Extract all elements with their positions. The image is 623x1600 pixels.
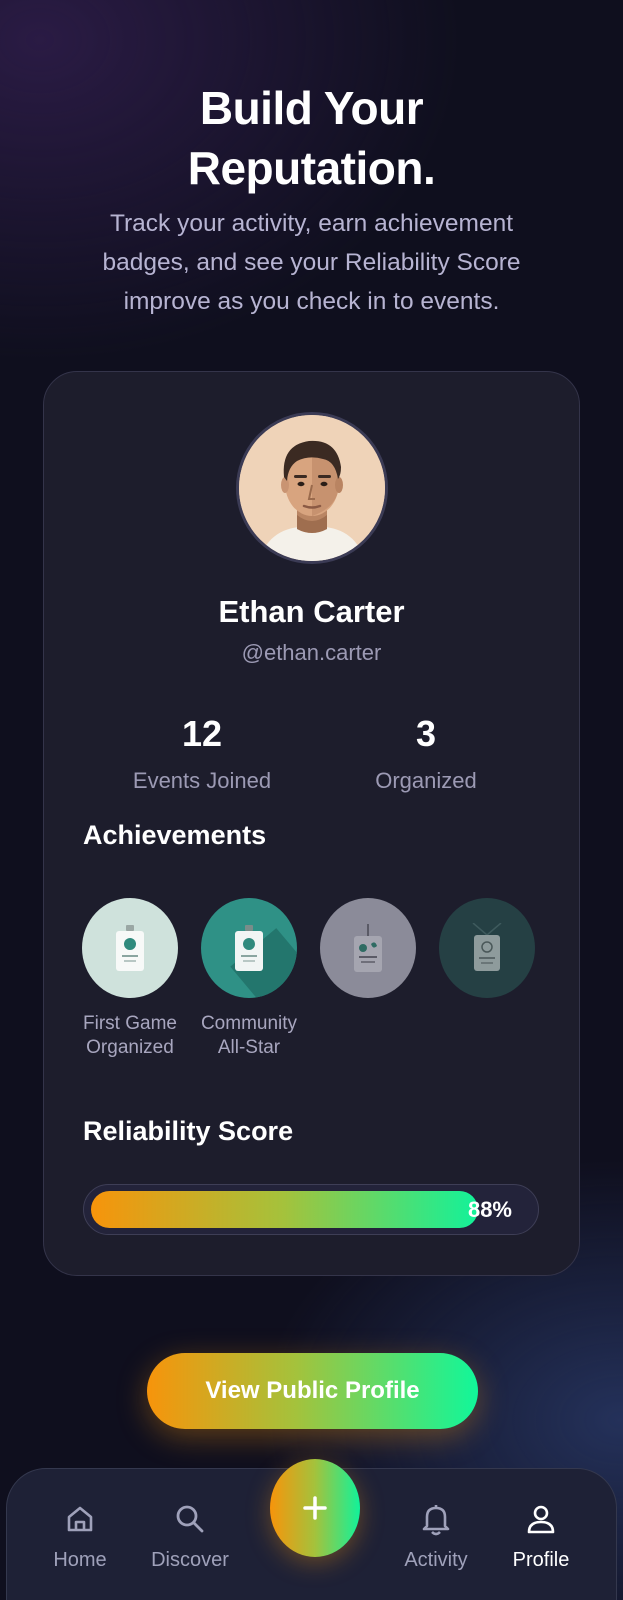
profile-handle: @ethan.carter: [241, 640, 382, 665]
stat-organized: 3 Organized: [326, 712, 526, 794]
tab-activity[interactable]: Activity: [386, 1499, 486, 1572]
tab-discover[interactable]: Discover: [140, 1499, 240, 1572]
achievements-title: Achievements: [83, 820, 267, 850]
page-title: Build Your Reputation.: [0, 78, 623, 198]
home-icon: [67, 1506, 93, 1532]
reliability-progress-fill: [91, 1191, 478, 1228]
bell-icon: [422, 1505, 450, 1536]
user-avatar-illustration: [239, 415, 385, 561]
user-icon: [527, 1505, 555, 1534]
tab-label: Activity: [404, 1549, 468, 1571]
create-event-button[interactable]: [270, 1459, 360, 1557]
tab-profile[interactable]: Profile: [491, 1499, 591, 1572]
badge-circle: [439, 898, 535, 998]
view-public-profile-button[interactable]: View Public Profile: [147, 1353, 478, 1429]
id-badge-icon: [354, 924, 382, 972]
achievement-badge[interactable]: First Game Organized: [81, 898, 179, 1060]
stat-value: 12: [181, 713, 223, 754]
badge-label: First Game Organized: [83, 1013, 177, 1058]
page-title-line-1: Build Your: [199, 82, 424, 134]
stat-label: Events Joined: [132, 768, 272, 793]
stat-label: Organized: [375, 768, 477, 793]
reliability-title: Reliability Score: [83, 1116, 294, 1146]
page-title-line-2: Reputation.: [187, 142, 436, 194]
id-badge-icon: [235, 925, 263, 971]
search-icon: [176, 1505, 204, 1533]
badge-circle: [201, 898, 297, 998]
stat-value: 3: [415, 713, 437, 754]
badge-label: Community All-Star: [200, 1013, 298, 1058]
tab-label: Discover: [151, 1549, 229, 1571]
avatar[interactable]: [236, 412, 388, 564]
tab-label: Home: [53, 1549, 107, 1571]
reliability-progress-bar: 88%: [83, 1184, 539, 1235]
page-subtitle: Track your activity, earn achievement ba…: [102, 210, 521, 315]
badge-circle: [82, 898, 178, 998]
achievement-badge-locked[interactable]: [438, 898, 536, 1012]
stat-events-joined: 12 Events Joined: [102, 712, 302, 794]
reliability-percent: 88%: [467, 1197, 512, 1222]
id-badge-icon: [472, 923, 502, 971]
achievement-badge-locked[interactable]: [319, 898, 417, 1012]
tab-home[interactable]: Home: [30, 1499, 130, 1572]
tab-label: Profile: [512, 1549, 570, 1571]
profile-card: Ethan Carter @ethan.carter 12 Events Joi…: [43, 371, 580, 1276]
badge-circle: [320, 898, 416, 998]
plus-icon: [303, 1496, 327, 1520]
profile-name: Ethan Carter: [218, 594, 405, 629]
achievement-badge[interactable]: Community All-Star: [200, 898, 298, 1060]
id-badge-icon: [116, 925, 144, 971]
